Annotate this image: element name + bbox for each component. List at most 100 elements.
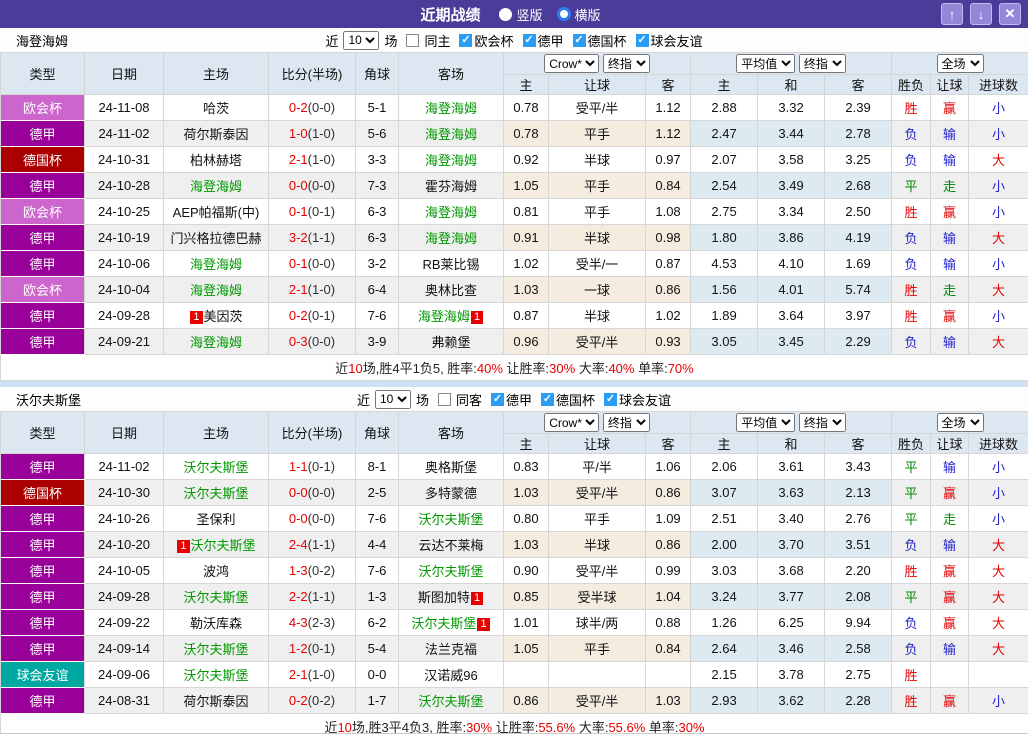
same-venue-checkbox[interactable] [406, 33, 420, 47]
goals-result-value: 小 [992, 309, 1006, 324]
odds-away: 1.08 [644, 198, 692, 225]
handicap-result-cell: 赢 [930, 609, 970, 636]
avg-draw: 3.78 [757, 661, 826, 688]
corners-cell: 7-6 [355, 557, 399, 584]
league-filter-item[interactable]: ✓ 欧会杯 [453, 31, 514, 50]
league-filter-item[interactable]: ✓ 球会友谊 [630, 31, 703, 50]
col-score: 比分(半场) [268, 411, 356, 454]
match-date: 24-09-28 [84, 583, 164, 610]
home-team-cell: 圣保利 [163, 505, 269, 532]
summary-segment: 70% [667, 361, 694, 376]
goals-result-value: 小 [992, 694, 1006, 709]
final-odds-select-2[interactable]: 终指 [798, 54, 846, 73]
avg-away: 4.19 [824, 224, 893, 251]
layout-radio-horizontal[interactable]: 横版 [556, 5, 601, 24]
fullmatch-select[interactable]: 全场 [936, 413, 984, 432]
result-cell: 平 [891, 479, 932, 506]
result-cell: 胜 [891, 687, 932, 714]
same-venue-checkbox[interactable] [437, 392, 451, 406]
team-name: 海登海姆 [16, 33, 69, 49]
radio-vertical-label: 竖版 [516, 7, 543, 23]
recent-count-select[interactable]: 10 [343, 30, 380, 50]
arrow-up-icon[interactable]: ↑ [941, 3, 963, 25]
away-team-cell: 沃尔夫斯堡 1 [398, 609, 504, 636]
league-filter-label: 球会友谊 [619, 392, 672, 408]
radio-selected-icon[interactable] [556, 7, 571, 21]
odds-handicap: 半球 [548, 146, 646, 173]
away-team-cell: 云达不莱梅 [398, 531, 504, 558]
home-team-name: 沃尔夫斯堡 [183, 486, 249, 501]
final-odds-select-2[interactable]: 终指 [798, 413, 846, 432]
odds-away: 1.12 [644, 94, 692, 121]
result-value: 负 [904, 642, 918, 657]
average-select[interactable]: 平均值 [736, 413, 796, 432]
summary-segment: 55.6% [538, 720, 576, 734]
result-cell: 负 [891, 120, 932, 147]
summary-segment: 近 [335, 361, 349, 376]
handicap-result-value: 输 [943, 257, 957, 272]
final-odds-select[interactable]: 终指 [602, 54, 650, 73]
red-card-badge: 1 [177, 540, 190, 553]
summary-segment: 大率: [575, 361, 609, 376]
odds-away [644, 661, 692, 688]
summary-row: 近10场,胜3平4负3, 胜率:30% 让胜率:55.6% 大率:55.6% 单… [0, 713, 1028, 734]
checkbox-checked-icon[interactable]: ✓ [522, 33, 536, 47]
average-select[interactable]: 平均值 [736, 54, 796, 73]
halftime-score: (0-1) [307, 459, 336, 474]
fulltime-score: 2-2 [288, 589, 308, 604]
avg-home: 2.07 [690, 146, 759, 173]
arrow-down-icon[interactable]: ↓ [970, 3, 992, 25]
layout-radio-vertical[interactable]: 竖版 [499, 5, 543, 24]
checkbox-checked-icon[interactable]: ✓ [541, 392, 555, 406]
recent-count-select[interactable]: 10 [374, 389, 411, 409]
home-team-cell: 柏林赫塔 [163, 146, 269, 173]
checkbox-checked-icon[interactable]: ✓ [572, 33, 586, 47]
title-bar: 近期战绩 竖版 横版 ↑ ↓ ✕ [0, 0, 1028, 28]
result-value: 负 [904, 616, 918, 631]
away-team-cell: 沃尔夫斯堡 [398, 505, 504, 532]
league-filter-item[interactable]: ✓ 德甲 [485, 390, 532, 409]
checkbox-checked-icon[interactable]: ✓ [604, 392, 618, 406]
league-badge: 德甲 [0, 302, 85, 329]
result-cell: 胜 [891, 302, 932, 329]
match-date: 24-09-14 [84, 635, 164, 662]
fullmatch-select[interactable]: 全场 [936, 54, 984, 73]
result-cell: 平 [891, 505, 932, 532]
avg-draw: 3.64 [757, 302, 826, 329]
summary-segment: 近 [324, 720, 338, 734]
halftime-score: (0-0) [307, 485, 336, 500]
bookmaker-select[interactable]: Crow* [544, 413, 600, 432]
red-card-badge: 1 [477, 618, 490, 631]
result-value: 平 [904, 460, 918, 475]
result-value: 平 [904, 512, 918, 527]
goals-result-cell: 大 [968, 224, 1028, 251]
checkbox-checked-icon[interactable]: ✓ [459, 33, 473, 47]
sub-handicap: 让球 [548, 74, 646, 95]
odds-handicap: 一球 [548, 276, 646, 303]
checkbox-checked-icon[interactable]: ✓ [635, 33, 649, 47]
avg-away: 2.29 [824, 328, 893, 355]
handicap-result-cell: 赢 [930, 557, 970, 584]
home-team-cell: 沃尔夫斯堡 [163, 661, 269, 688]
match-row: 德国杯 24-10-30 沃尔夫斯堡 0-0(0-0) 2-5 多特蒙德 1.0… [0, 479, 1028, 506]
avg-home: 2.88 [690, 94, 759, 121]
close-icon[interactable]: ✕ [999, 3, 1021, 25]
summary-segment: 场,胜4平1负5, 胜率: [362, 361, 477, 376]
odds-home: 0.85 [503, 583, 549, 610]
avg-draw: 3.32 [757, 94, 826, 121]
league-filter-item[interactable]: ✓ 德国杯 [567, 31, 627, 50]
handicap-result-value: 赢 [943, 309, 957, 324]
fulltime-score: 2-4 [288, 537, 308, 552]
sub-handicap-result: 让球 [930, 74, 970, 95]
league-filter-item[interactable]: ✓ 德国杯 [535, 390, 595, 409]
bookmaker-select[interactable]: Crow* [544, 54, 600, 73]
final-odds-select[interactable]: 终指 [602, 413, 650, 432]
score-cell: 1-3(0-2) [268, 557, 356, 584]
league-filter-item[interactable]: ✓ 德甲 [517, 31, 564, 50]
checkbox-checked-icon[interactable]: ✓ [491, 392, 504, 406]
home-team-name: 沃尔夫斯堡 [190, 538, 256, 553]
radio-unselected-icon[interactable] [499, 7, 513, 21]
odds-handicap: 平手 [548, 120, 646, 147]
league-filter-item[interactable]: ✓ 球会友谊 [598, 390, 671, 409]
goals-result-cell: 小 [968, 198, 1028, 225]
